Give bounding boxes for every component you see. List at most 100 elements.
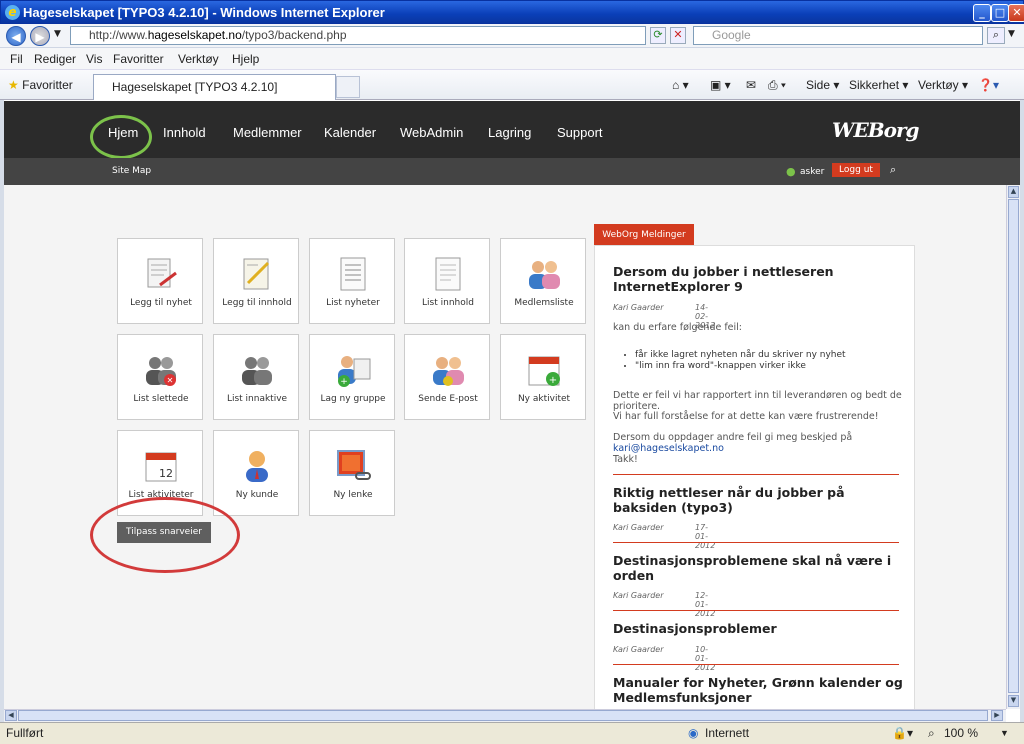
tile-legg-til-innhold[interactable]: Legg til innhold [213, 238, 299, 324]
send-email-icon [433, 357, 464, 386]
new-tab-button[interactable] [336, 76, 360, 98]
username: asker [800, 167, 825, 177]
message-date: 10-01-2012 [695, 645, 716, 672]
separator [613, 474, 899, 475]
menu-favoritter[interactable]: Favoritter [113, 52, 164, 66]
messages-tab[interactable]: WebOrg Meldinger [594, 224, 694, 246]
list-news-icon [340, 257, 366, 291]
nav-webadmin[interactable]: WebAdmin [400, 125, 463, 140]
menu-bar: Fil Rediger Vis Favoritter Verktøy Hjelp [0, 48, 1024, 70]
mail-icon[interactable]: ✉ [746, 78, 756, 92]
nav-kalender[interactable]: Kalender [324, 125, 376, 140]
scroll-down-icon[interactable]: ▼ [1008, 695, 1019, 707]
menu-verktoy[interactable]: Verktøy [178, 52, 219, 66]
tile-ny-lenke[interactable]: Ny lenke [309, 430, 395, 516]
message-title[interactable]: Dersom du jobber i nettleseren InternetE… [613, 264, 903, 294]
refresh-icon[interactable]: ⟳ [650, 27, 666, 44]
logout-button[interactable]: Logg ut [832, 163, 880, 177]
new-customer-icon [246, 451, 268, 482]
search-icon[interactable]: ⌕ [890, 163, 896, 177]
message-thanks: Takk! [613, 454, 638, 465]
message-title[interactable]: Destinasjonsproblemer [613, 621, 903, 636]
tile-label: Ny kunde [235, 490, 279, 500]
message-title[interactable]: Destinasjonsproblemene skal nå være i or… [613, 553, 903, 583]
tile-label: List nyheter [326, 298, 380, 308]
calendar-icon: 12 [145, 452, 177, 482]
message-date: 17-01-2012 [695, 523, 716, 550]
tile-list-innaktive[interactable]: List innaktive [213, 334, 299, 420]
message-body: Dersom du oppdager andre feil gi meg bes… [613, 432, 853, 443]
menu-rediger[interactable]: Rediger [34, 52, 76, 66]
search-input[interactable]: Google [693, 26, 983, 45]
svg-text:12: 12 [159, 467, 173, 480]
scroll-right-icon[interactable]: ▶ [991, 710, 1003, 721]
zoom-icon[interactable]: ⌕ [928, 726, 935, 741]
search-icon[interactable]: ⌕ [987, 27, 1005, 44]
scroll-left-icon[interactable]: ◀ [5, 710, 17, 721]
history-dropdown-icon[interactable]: ▼ [54, 29, 61, 39]
back-button[interactable]: ◀ [6, 26, 26, 46]
svg-text:✕: ✕ [167, 376, 174, 385]
menu-hjelp[interactable]: Hjelp [232, 52, 259, 66]
tools-menu-label: Verktøy [918, 78, 959, 92]
tile-label: Lag ny gruppe [320, 394, 386, 404]
nav-lagring[interactable]: Lagring [488, 125, 531, 140]
favorites-bar: ★ Favoritter Hageselskapet [TYPO3 4.2.10… [0, 70, 1024, 100]
menu-vis[interactable]: Vis [86, 52, 102, 66]
tile-ny-kunde[interactable]: Ny kunde [213, 430, 299, 516]
zoom-level[interactable]: 100 % [944, 726, 978, 740]
tile-list-innhold[interactable]: List innhold [404, 238, 490, 324]
feeds-icon[interactable]: ▣ ▾ [710, 78, 731, 92]
highlight-circle-green [90, 115, 152, 159]
members-icon [529, 261, 560, 289]
zoom-dropdown-icon[interactable]: ▼ [1000, 728, 1009, 738]
tile-sende-epost[interactable]: Sende E-post [404, 334, 490, 420]
message-meta: Kari Gaarder 17-01-2012 [613, 523, 715, 550]
minimize-button[interactable]: _ [973, 4, 991, 22]
print-icon[interactable]: ⎙ ▾ [768, 78, 786, 93]
help-icon[interactable]: ❓▾ [978, 78, 999, 92]
messages-panel: Dersom du jobber i nettleseren InternetE… [594, 245, 915, 711]
tile-medlemsliste[interactable]: Medlemsliste [500, 238, 586, 324]
email-link[interactable]: kari@hageselskapet.no [613, 443, 903, 454]
vertical-scrollbar[interactable]: ▲ ▼ [1006, 185, 1020, 709]
add-news-icon [147, 258, 177, 288]
safety-menu-label: Sikkerhet [849, 78, 900, 92]
bullet-item: får ikke lagret nyheten når du skriver n… [635, 350, 905, 361]
home-icon[interactable]: ⌂ ▾ [672, 78, 689, 92]
tile-ny-aktivitet[interactable]: + Ny aktivitet [500, 334, 586, 420]
tile-legg-til-nyhet[interactable]: Legg til nyhet [117, 238, 203, 324]
message-intro: kan du erfare følgende feil: [613, 322, 743, 333]
stop-icon[interactable]: ✕ [670, 27, 686, 44]
message-title[interactable]: Riktig nettleser når du jobber på baksid… [613, 485, 903, 515]
address-input[interactable]: http://www.hageselskapet.no/typo3/backen… [70, 26, 646, 45]
maximize-button[interactable]: □ [991, 4, 1009, 22]
safety-menu[interactable]: Sikkerhet ▾ [849, 78, 908, 92]
page-menu[interactable]: Side ▾ [806, 78, 839, 92]
scroll-thumb[interactable] [18, 710, 988, 721]
tile-list-slettede[interactable]: ✕ List slettede [117, 334, 203, 420]
scroll-thumb[interactable] [1008, 199, 1019, 693]
message-body: Dette er feil vi har rapportert inn til … [613, 390, 902, 412]
protected-mode-icon[interactable]: 🔒▾ [892, 726, 913, 740]
new-link-icon [337, 450, 371, 480]
search-options-icon[interactable]: ▼ [1008, 29, 1015, 39]
nav-innhold[interactable]: Innhold [163, 125, 206, 140]
menu-fil[interactable]: Fil [10, 52, 23, 66]
tile-label: Medlemsliste [514, 298, 574, 308]
nav-support[interactable]: Support [557, 125, 603, 140]
sitemap-link[interactable]: Site Map [112, 166, 151, 176]
forward-button[interactable]: ▶ [30, 26, 50, 46]
close-button[interactable]: ✕ [1008, 4, 1024, 22]
nav-medlemmer[interactable]: Medlemmer [233, 125, 302, 140]
tile-lag-ny-gruppe[interactable]: + Lag ny gruppe [309, 334, 395, 420]
tab-hageselskapet[interactable]: Hageselskapet [TYPO3 4.2.10] [93, 74, 336, 100]
message-title[interactable]: Manualer for Nyheter, Grønn kalender og … [613, 675, 903, 705]
scroll-up-icon[interactable]: ▲ [1008, 186, 1019, 198]
bullet-item: "lim inn fra word"-knappen virker ikke [635, 361, 905, 372]
favorites-button[interactable]: ★ Favoritter [8, 78, 73, 92]
ie-logo-icon: e [5, 5, 20, 20]
tile-list-nyheter[interactable]: List nyheter [309, 238, 395, 324]
tools-menu[interactable]: Verktøy ▾ [918, 78, 968, 92]
horizontal-scrollbar[interactable]: ◀ ▶ [4, 709, 1006, 722]
